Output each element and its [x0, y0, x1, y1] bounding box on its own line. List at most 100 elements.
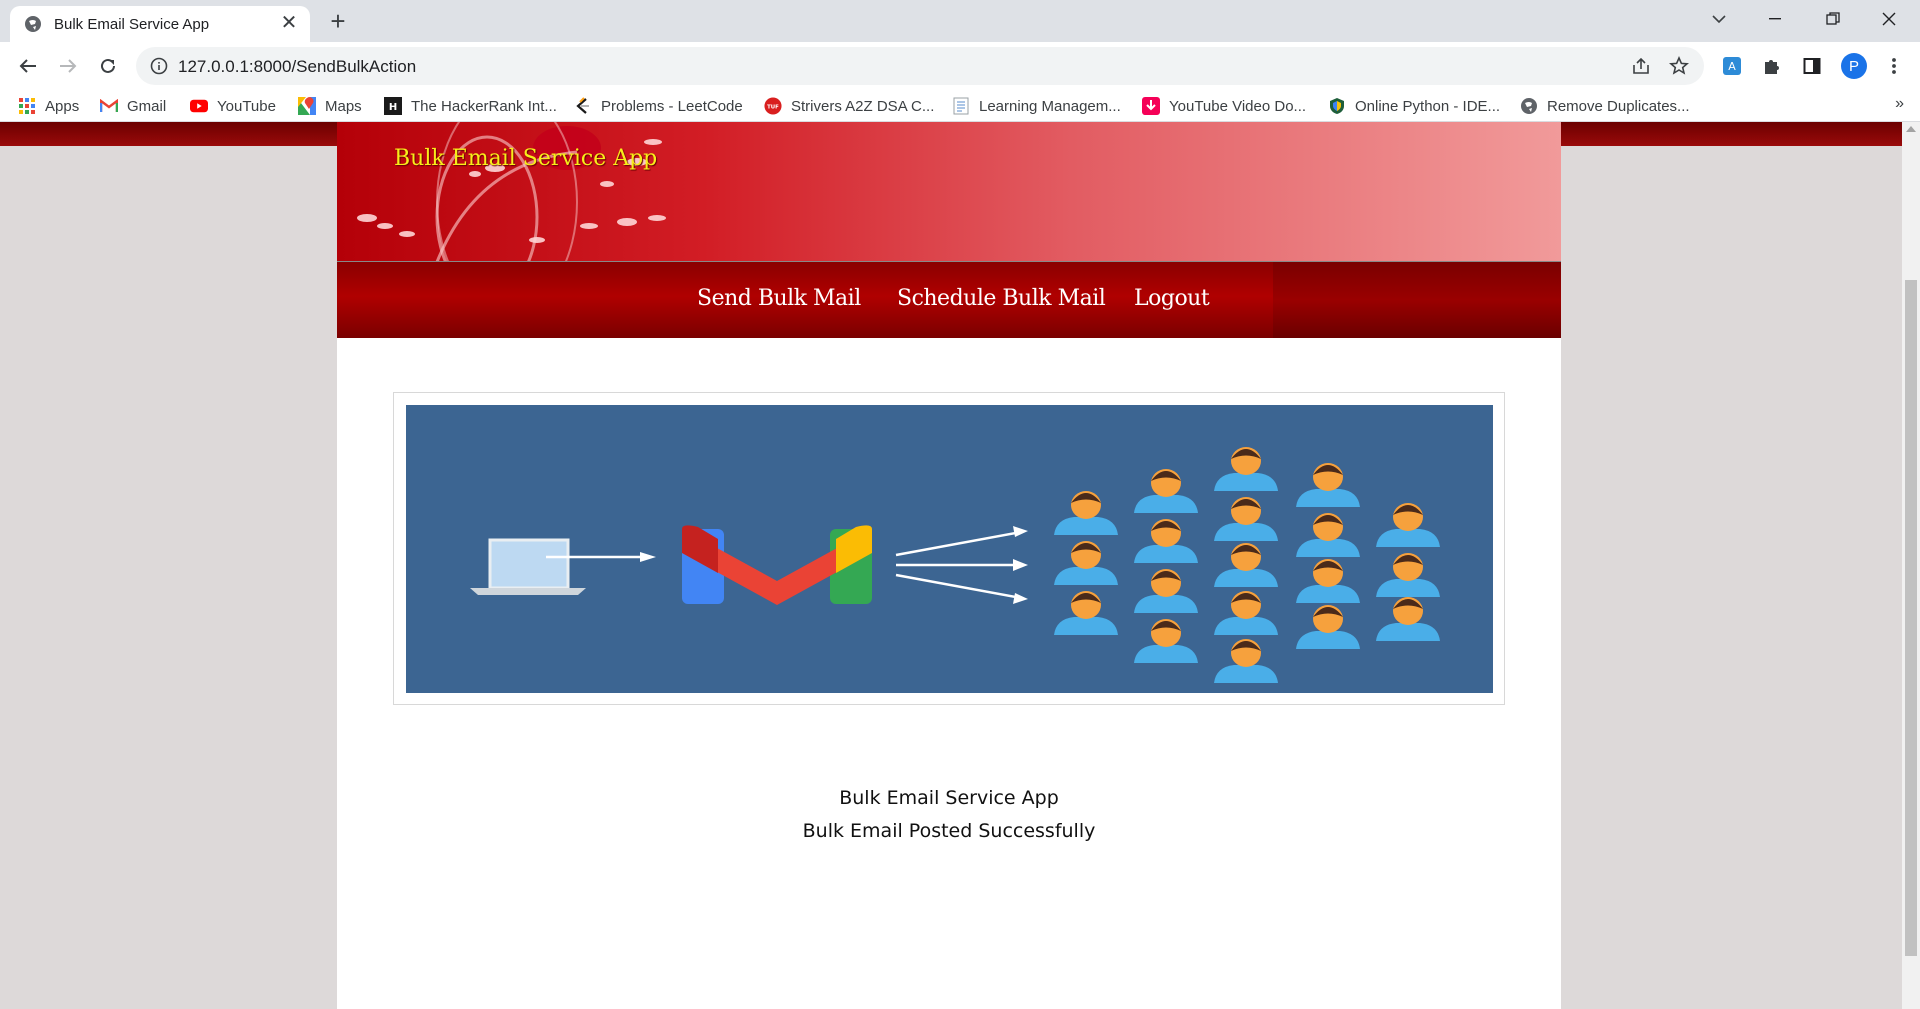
bookmark-learning[interactable]: Learning Managem...: [952, 95, 1121, 117]
forward-arrow-icon[interactable]: [52, 50, 84, 82]
banner-frame: [393, 392, 1505, 705]
bookmark-star-icon[interactable]: [1668, 55, 1690, 77]
profile-icon[interactable]: P: [1840, 52, 1868, 80]
person-icon: [1054, 541, 1118, 585]
vertical-scrollbar[interactable]: [1902, 122, 1920, 1009]
person-icon: [1214, 543, 1278, 587]
python-shield-icon: [1328, 97, 1346, 115]
person-icon: [1054, 591, 1118, 635]
maps-icon: [298, 97, 316, 115]
bookmark-strivers[interactable]: TUF Strivers A2Z DSA C...: [764, 95, 934, 117]
close-window-icon[interactable]: [1864, 0, 1914, 38]
person-icon: [1134, 619, 1198, 663]
extension-translate-icon[interactable]: A: [1718, 52, 1746, 80]
reload-icon[interactable]: [92, 50, 124, 82]
person-icon: [1214, 639, 1278, 683]
person-icon: [1214, 591, 1278, 635]
site-header: Bulk Email Service App: [337, 122, 1561, 262]
hackerrank-icon: H: [384, 97, 402, 115]
active-tab[interactable]: Bulk Email Service App ✕: [10, 6, 310, 42]
tab-strip: Bulk Email Service App ✕ +: [0, 0, 1920, 42]
bookmark-hackerrank[interactable]: H The HackerRank Int...: [384, 95, 557, 117]
leetcode-icon: [574, 97, 592, 115]
bookmarks-bar: Apps Gmail YouTube Maps H The HackerRank…: [0, 90, 1920, 122]
person-icon: [1376, 597, 1440, 641]
person-icon: [1054, 491, 1118, 535]
person-icon: [1296, 513, 1360, 557]
result-message: Bulk Email Service App Bulk Email Posted…: [337, 782, 1561, 848]
person-icon: [1214, 497, 1278, 541]
restore-icon[interactable]: [1808, 0, 1858, 38]
bookmark-online-python[interactable]: Online Python - IDE...: [1328, 95, 1500, 117]
main-menu-bar: Send Bulk Mail Schedule Bulk Mail Logout: [337, 262, 1561, 338]
share-icon[interactable]: [1630, 55, 1652, 77]
svg-text:H: H: [389, 102, 397, 113]
address-bar[interactable]: 127.0.0.1:8000/SendBulkAction: [136, 47, 1704, 85]
bookmark-youtube[interactable]: YouTube: [190, 95, 276, 117]
youtube-icon: [190, 97, 208, 115]
bookmark-label: Learning Managem...: [979, 97, 1121, 115]
bookmark-label: Remove Duplicates...: [1547, 97, 1690, 115]
menu-bar-right-panel: [1273, 262, 1561, 338]
person-icon: [1134, 469, 1198, 513]
tab-close-icon[interactable]: ✕: [278, 12, 300, 34]
back-arrow-icon[interactable]: [12, 50, 44, 82]
bookmark-label: Online Python - IDE...: [1355, 97, 1501, 115]
document-icon: [952, 97, 970, 115]
person-icon: [1296, 559, 1360, 603]
person-icon: [1296, 463, 1360, 507]
tuf-icon: TUF: [764, 97, 782, 115]
schedule-bulk-mail-link[interactable]: Schedule Bulk Mail: [897, 286, 1106, 311]
person-icon: [1134, 519, 1198, 563]
bookmark-label: Problems - LeetCode: [601, 97, 743, 115]
person-icon: [1376, 553, 1440, 597]
bookmark-leetcode[interactable]: Problems - LeetCode: [574, 95, 743, 117]
scroll-thumb[interactable]: [1905, 280, 1917, 956]
laptop-icon: [470, 538, 586, 595]
more-menu-icon[interactable]: [1880, 52, 1908, 80]
svg-text:A: A: [1728, 60, 1736, 73]
svg-text:TUF: TUF: [767, 105, 779, 111]
globe-favicon-icon: [25, 16, 41, 32]
globe-icon: [1520, 97, 1538, 115]
bookmark-label: Maps: [325, 97, 362, 115]
site-title: Bulk Email Service App: [394, 146, 658, 171]
bookmark-label: YouTube Video Do...: [1169, 97, 1307, 115]
person-icon: [1134, 569, 1198, 613]
minimize-icon[interactable]: [1750, 0, 1800, 38]
new-tab-button[interactable]: +: [324, 8, 352, 36]
person-icon: [1214, 447, 1278, 491]
bookmark-label: The HackerRank Int...: [411, 97, 557, 115]
bookmark-label: Strivers A2Z DSA C...: [791, 97, 935, 115]
tab-title: Bulk Email Service App: [54, 16, 210, 33]
bookmark-maps[interactable]: Maps: [298, 95, 362, 117]
bookmarks-overflow-icon[interactable]: »: [1895, 95, 1904, 113]
extensions-puzzle-icon[interactable]: [1758, 52, 1786, 80]
gmail-icon: [100, 97, 118, 115]
success-message: Bulk Email Posted Successfully: [802, 820, 1096, 842]
message-title: Bulk Email Service App: [839, 787, 1059, 809]
bookmark-gmail[interactable]: Gmail: [100, 95, 166, 117]
site-info-icon[interactable]: [150, 57, 168, 75]
page-viewport: Bulk Email Service App Send Bulk Mail Sc…: [0, 122, 1902, 1009]
recipients-group-icon: [1054, 447, 1440, 683]
apps-grid-icon: [18, 97, 36, 115]
download-icon: [1142, 97, 1160, 115]
tab-search-icon[interactable]: [1694, 0, 1744, 38]
send-bulk-mail-link[interactable]: Send Bulk Mail: [697, 286, 861, 311]
bookmark-remove-duplicates[interactable]: Remove Duplicates...: [1520, 95, 1690, 117]
logout-link[interactable]: Logout: [1134, 286, 1210, 311]
person-icon: [1376, 503, 1440, 547]
page-container: Bulk Email Service App Send Bulk Mail Sc…: [337, 122, 1561, 1009]
scroll-up-arrow-icon[interactable]: [1906, 126, 1916, 132]
bookmark-label: Apps: [45, 97, 80, 115]
bookmark-label: YouTube: [217, 97, 276, 115]
profile-avatar: P: [1841, 53, 1867, 79]
bookmark-youtube-downloader[interactable]: YouTube Video Do...: [1142, 95, 1306, 117]
bookmark-label: Gmail: [127, 97, 167, 115]
side-panel-icon[interactable]: [1798, 52, 1826, 80]
browser-toolbar: 127.0.0.1:8000/SendBulkAction A P: [0, 42, 1920, 90]
bookmark-apps[interactable]: Apps: [18, 95, 79, 117]
url-text[interactable]: 127.0.0.1:8000/SendBulkAction: [178, 57, 416, 77]
person-icon: [1296, 605, 1360, 649]
